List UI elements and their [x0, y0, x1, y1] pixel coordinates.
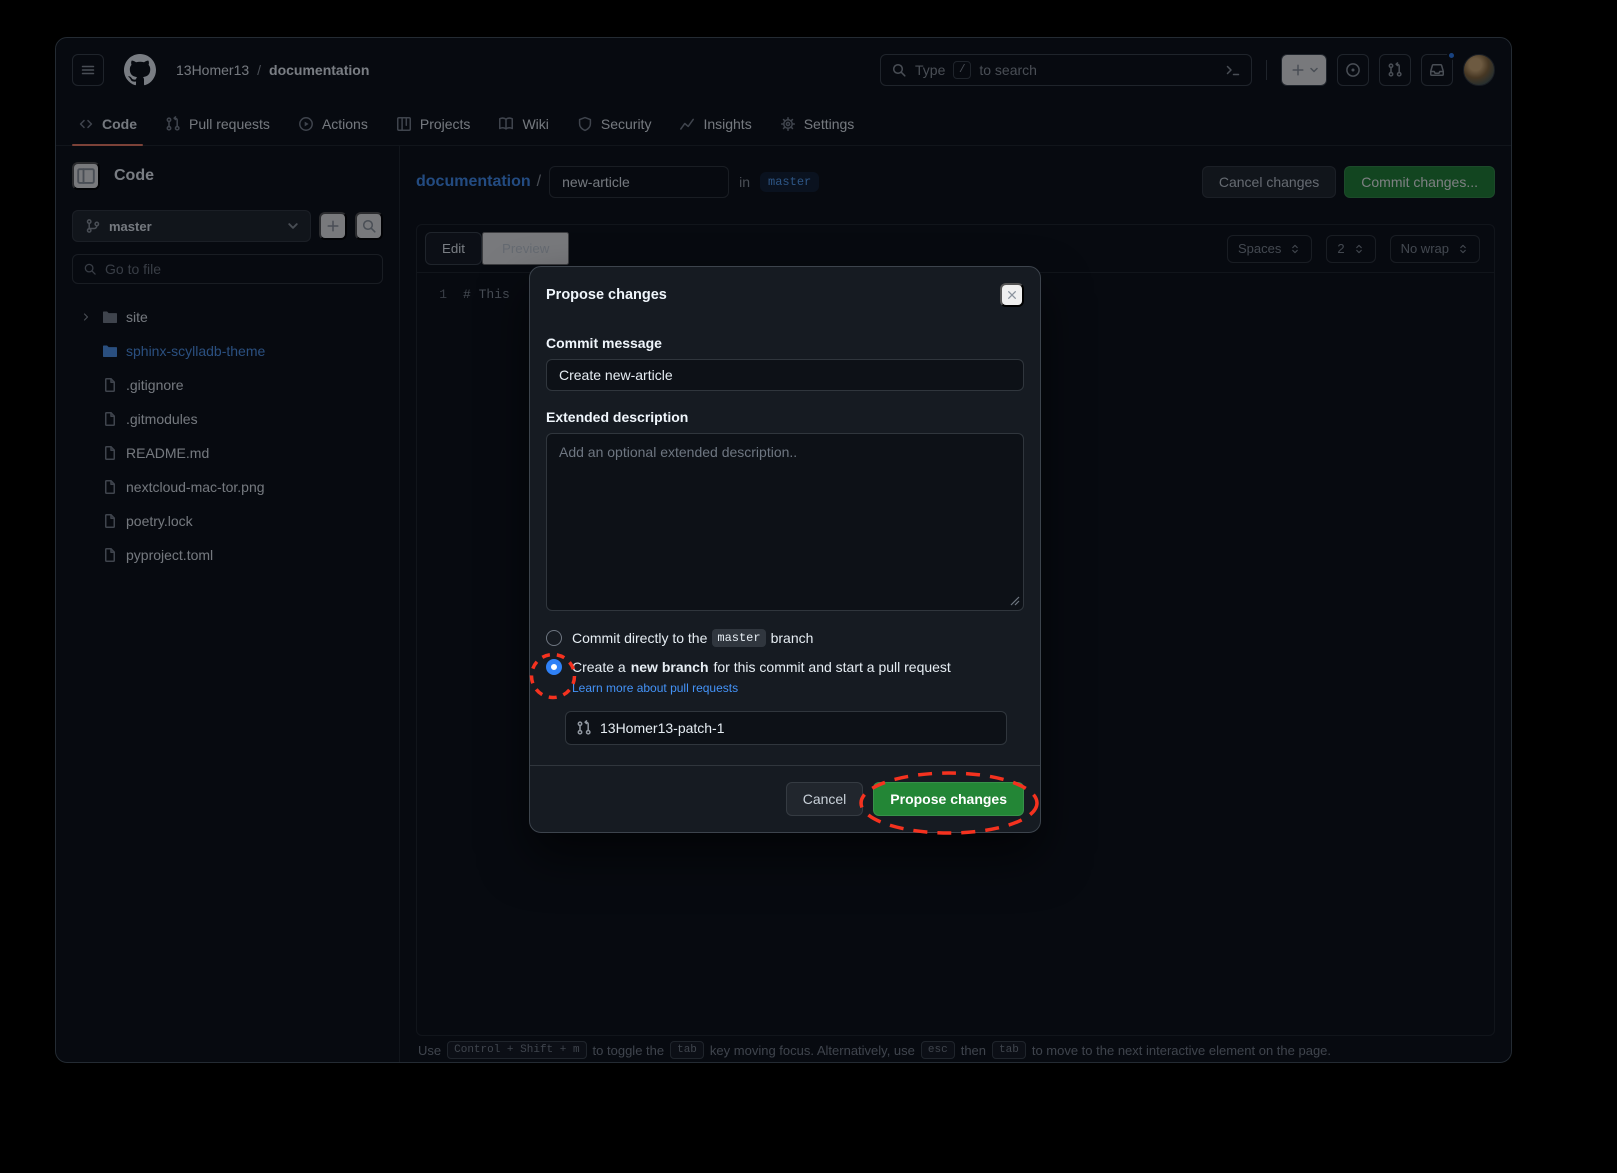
cancel-button[interactable]: Cancel	[786, 782, 864, 816]
dialog-body: Commit message Extended description Comm…	[530, 335, 1040, 745]
close-button[interactable]	[1000, 283, 1024, 307]
branch-code-chip: master	[712, 629, 765, 647]
label-text: for this commit and start a pull request	[714, 659, 951, 675]
extended-description-textarea[interactable]	[546, 433, 1024, 611]
new-branch-name-input[interactable]: 13Homer13-patch-1	[565, 711, 1007, 745]
radio-create-branch-row: Create a new branch for this commit and …	[546, 659, 1024, 675]
commit-message-label: Commit message	[546, 335, 1024, 351]
label-text: Create a	[572, 659, 626, 675]
branch-name-value: 13Homer13-patch-1	[600, 720, 725, 736]
propose-changes-dialog: Propose changes Commit message Extended …	[529, 266, 1041, 833]
commit-message-input[interactable]	[546, 359, 1024, 391]
close-icon	[1005, 288, 1019, 302]
radio-commit-direct-row: Commit directly to the master branch	[546, 629, 1024, 647]
learn-more-link[interactable]: Learn more about pull requests	[572, 681, 738, 695]
extended-description-label: Extended description	[546, 409, 1024, 425]
radio-create-branch[interactable]	[546, 659, 562, 675]
label-text: branch	[771, 630, 814, 646]
radio-create-branch-label: Create a new branch for this commit and …	[572, 659, 951, 675]
git-pull-request-icon	[576, 720, 592, 736]
label-text: Commit directly to the	[572, 630, 707, 646]
radio-commit-direct[interactable]	[546, 630, 562, 646]
app-window: 13Homer13 / documentation Type / to sear…	[55, 37, 1512, 1063]
propose-changes-button[interactable]: Propose changes	[873, 782, 1024, 816]
dialog-header: Propose changes	[530, 267, 1040, 317]
desktop-background: 13Homer13 / documentation Type / to sear…	[0, 0, 1617, 1173]
label-bold-text: new branch	[631, 659, 709, 675]
dialog-footer: Cancel Propose changes	[530, 765, 1040, 832]
radio-commit-direct-label: Commit directly to the master branch	[572, 629, 813, 647]
dialog-title: Propose changes	[546, 287, 667, 303]
